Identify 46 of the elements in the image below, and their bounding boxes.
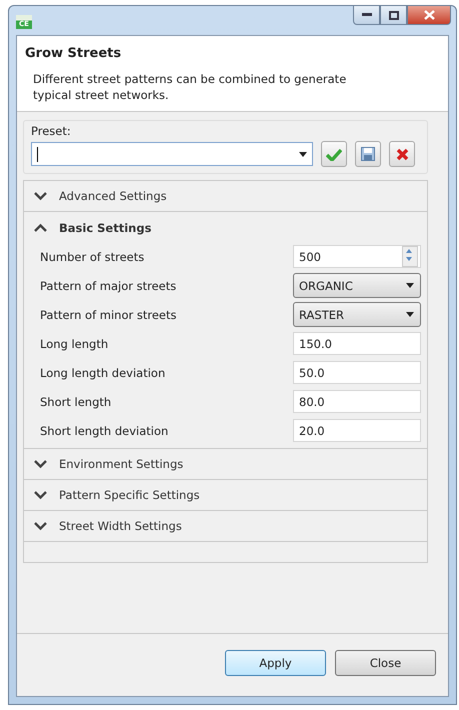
number-spinner[interactable]: 500: [293, 245, 421, 268]
dialog-button[interactable]: Apply: [225, 650, 326, 676]
caret-icon: [406, 312, 414, 317]
dialog-description: Different street patterns can be combined to generate typical street networks.: [32, 71, 348, 103]
minimize-button[interactable]: [353, 6, 380, 25]
minimize-icon: [362, 13, 372, 17]
spinner-arrows-icon[interactable]: [402, 246, 418, 267]
chevron-down-icon: [34, 490, 47, 500]
field-label: Long length: [40, 336, 108, 350]
chevron-down-icon: [34, 460, 47, 468]
field-label: Short length deviation: [40, 424, 168, 438]
field-value: 500: [299, 250, 321, 264]
caret-icon: [406, 283, 414, 288]
input-field[interactable]: 50.0: [293, 361, 421, 384]
section-header[interactable]: Basic Settings: [24, 212, 427, 243]
maximize-icon: [388, 10, 398, 20]
chevron-down-icon: [34, 522, 47, 530]
field-label: Long length deviation: [40, 366, 166, 380]
checkmark-icon: [326, 148, 342, 160]
input-field[interactable]: 150.0: [293, 332, 421, 355]
apply-button[interactable]: [321, 141, 347, 167]
preset-combo-box[interactable]: [31, 142, 313, 166]
delete-icon: [396, 148, 408, 160]
caret-icon: [299, 152, 307, 156]
section-header[interactable]: Environment Settings: [24, 449, 427, 480]
input-field[interactable]: 20.0: [293, 419, 421, 442]
dropdown[interactable]: RASTER: [293, 302, 421, 327]
maximize-button[interactable]: [380, 6, 407, 25]
save-button[interactable]: [355, 141, 381, 167]
field-label: Pattern of minor streets: [40, 308, 177, 322]
preset-label: Preset:: [31, 124, 72, 138]
chevron-up-icon: [34, 223, 47, 232]
close-button[interactable]: [407, 6, 451, 25]
dialog-button[interactable]: Close: [335, 650, 436, 676]
dropdown[interactable]: ORGANIC: [293, 273, 421, 298]
section-header[interactable]: Pattern Specific Settings: [24, 480, 427, 511]
delete-button[interactable]: [389, 141, 415, 167]
section-header[interactable]: Advanced Settings: [24, 181, 427, 212]
section-header[interactable]: Street Width Settings: [24, 511, 427, 542]
chevron-down-icon: [34, 192, 47, 200]
input-field[interactable]: 80.0: [293, 390, 421, 413]
field-label: Pattern of major streets: [40, 278, 176, 292]
close-icon: [424, 10, 434, 20]
field-label: Short length: [40, 394, 112, 408]
field-label: Number of streets: [40, 250, 144, 264]
dialog-title: Grow Streets: [25, 46, 122, 61]
